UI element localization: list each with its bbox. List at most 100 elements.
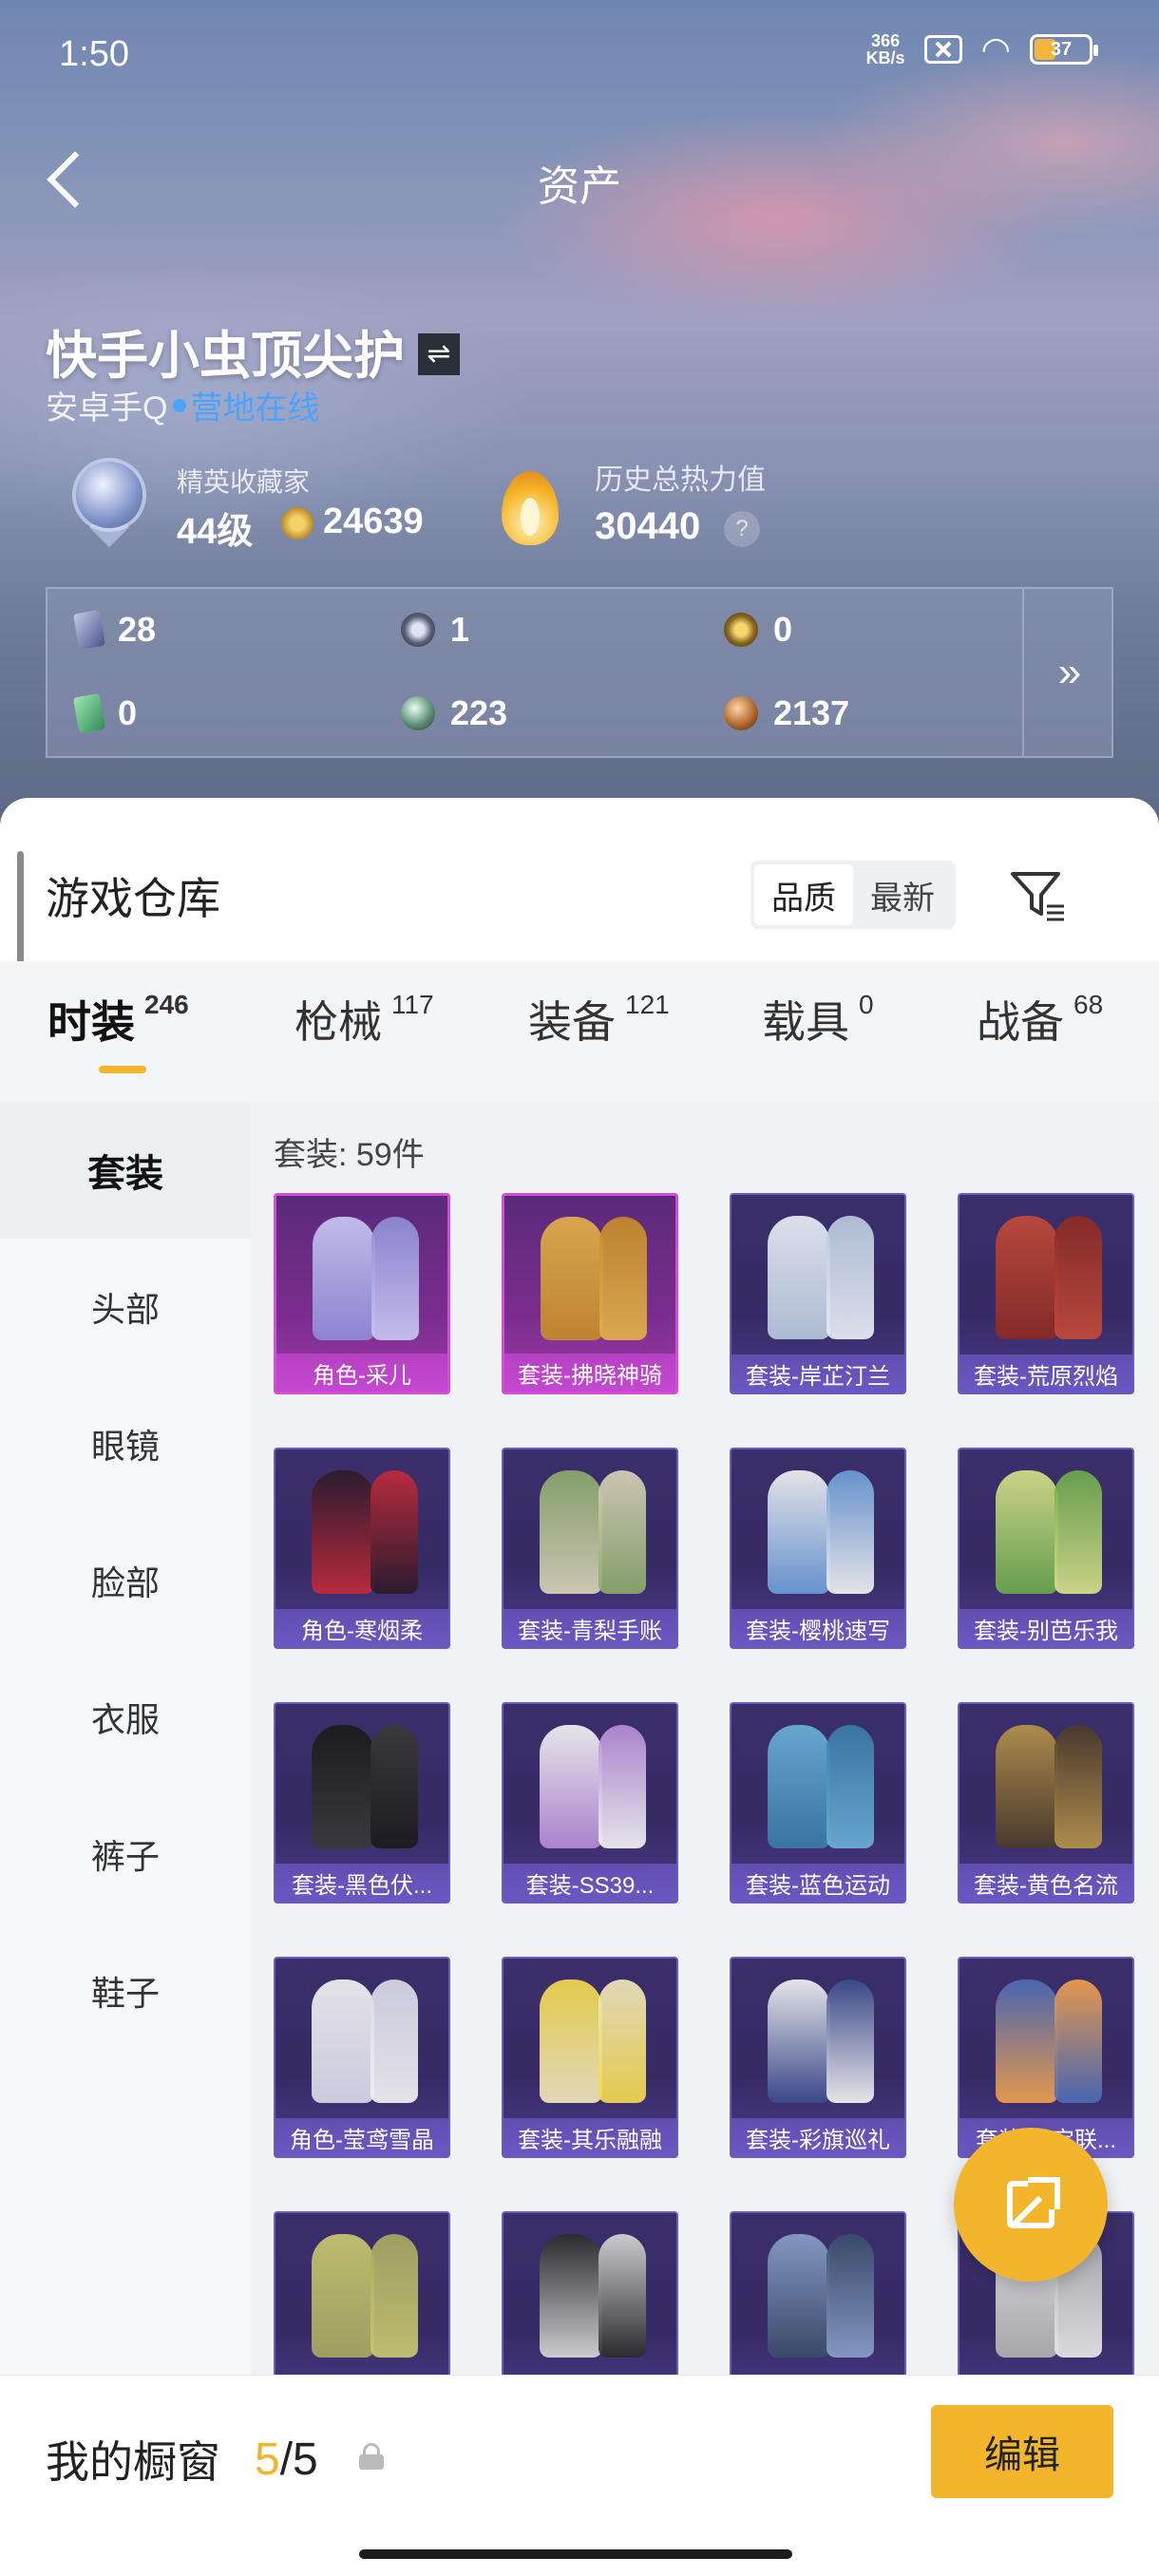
tab-firearms[interactable]: 枪械 117 — [294, 988, 434, 1051]
status-icons: 366 KB/s ◠ 37 — [865, 29, 1098, 68]
sidebar-item-face[interactable]: 脸部 — [0, 1512, 251, 1649]
platform-row: 安卓手Q 营地在线 — [46, 382, 319, 428]
sidebar-item-outfit[interactable]: 套装 — [0, 1102, 251, 1239]
outfit-card-label: 套装-SS39... — [504, 1864, 676, 1902]
showcase-count: 5/5 — [255, 2434, 318, 2485]
outfit-card[interactable]: 角色-莹鸢雪晶 — [274, 1957, 450, 2158]
active-tab-indicator — [99, 1066, 146, 1073]
sidebar-item-pants[interactable]: 裤子 — [0, 1786, 251, 1923]
outfit-card[interactable] — [502, 2211, 678, 2375]
profile-name-row: 快手小虫顶尖护 ⇌ — [46, 313, 460, 388]
divider — [1022, 589, 1024, 756]
currency-item: 0 — [72, 692, 137, 734]
outfit-thumbnail — [370, 1470, 418, 1594]
outfit-thumbnail — [768, 1216, 830, 1339]
tab-vehicles[interactable]: 载具 0 — [762, 988, 874, 1051]
outfit-card-label: 套装-别芭乐我 — [960, 1609, 1132, 1647]
outfit-card[interactable] — [730, 2211, 906, 2375]
outfit-thumbnail — [541, 1217, 603, 1340]
page-title: 资产 — [538, 163, 621, 210]
username: 快手小虫顶尖护 — [46, 328, 405, 385]
sort-toggle: 品质 最新 — [750, 861, 956, 929]
outfit-card[interactable]: 套装-青梨手账 — [502, 1448, 678, 1649]
purple-card-icon — [72, 609, 106, 651]
switch-account-icon[interactable]: ⇌ — [418, 332, 460, 375]
outfit-card[interactable]: 套装-荒原烈焰 — [958, 1193, 1134, 1394]
outfit-card[interactable]: 套装-岸芷汀兰 — [730, 1193, 906, 1394]
tab-combat-gear[interactable]: 战备 68 — [977, 988, 1103, 1051]
grid-heading: 套装: 59件 — [274, 1137, 425, 1173]
collection-points: 24639 — [323, 502, 424, 541]
outfit-card[interactable]: 套装-蓝色运动 — [730, 1702, 906, 1904]
outfit-thumbnail — [371, 1217, 419, 1340]
heat-title: 历史总热力值 — [595, 464, 766, 496]
share-button[interactable] — [954, 2128, 1108, 2282]
outfit-thumbnail — [312, 1725, 374, 1848]
outfit-card[interactable]: 套装-别芭乐我 — [958, 1448, 1134, 1649]
outfit-card[interactable]: 套装-黄色名流 — [958, 1702, 1134, 1904]
tab-equipment[interactable]: 装备 121 — [528, 988, 670, 1051]
outfit-thumbnail — [996, 1979, 1058, 2103]
outfit-thumbnail — [540, 1725, 602, 1848]
outfit-thumbnail — [598, 1979, 646, 2103]
outfit-thumbnail — [598, 1470, 646, 1594]
outfit-thumbnail — [996, 1725, 1058, 1848]
outfit-thumbnail — [598, 2234, 646, 2358]
outfit-thumbnail — [768, 1979, 830, 2103]
gold-coin-icon — [724, 613, 758, 647]
wifi-icon: ◠ — [980, 29, 1011, 68]
outfit-thumbnail — [826, 1470, 874, 1594]
green-card-icon — [72, 692, 106, 734]
outfit-thumbnail — [312, 2234, 374, 2358]
lock-icon — [359, 2443, 384, 2470]
outfit-thumbnail — [540, 1470, 602, 1594]
outfit-card-label: 套装-黑色伏... — [276, 1864, 448, 1902]
outfit-card[interactable]: 套装-彩旗巡礼 — [730, 1957, 906, 2158]
outfit-card-label: 套装-拂晓神骑 — [504, 1354, 675, 1392]
outfit-thumbnail — [768, 2234, 830, 2358]
outfit-card[interactable]: 套装-拂晓神骑 — [502, 1193, 678, 1394]
currency-item: 223 — [401, 693, 507, 733]
outfit-thumbnail — [599, 1217, 647, 1340]
outfit-card[interactable]: 套装-樱桃速写 — [730, 1448, 906, 1649]
status-time: 1:50 — [59, 34, 129, 74]
outfit-thumbnail — [313, 1217, 375, 1340]
outfit-card-label: 套装-蓝色运动 — [732, 1864, 904, 1902]
sidebar-item-glasses[interactable]: 眼镜 — [0, 1375, 251, 1512]
home-indicator — [359, 2549, 792, 2559]
silver-coin-icon — [401, 613, 435, 647]
currency-item: 28 — [72, 609, 156, 651]
sort-by-newest[interactable]: 最新 — [853, 864, 952, 925]
outfit-thumbnail — [826, 1725, 874, 1848]
outfit-card-label: 套装-彩旗巡礼 — [732, 2118, 904, 2156]
outfit-thumbnail — [996, 1216, 1058, 1339]
network-speed: 366 KB/s — [865, 31, 905, 67]
sidebar-item-head[interactable]: 头部 — [0, 1239, 251, 1375]
sidebar-item-clothes[interactable]: 衣服 — [0, 1649, 251, 1786]
tab-fashion[interactable]: 时装 246 — [48, 988, 189, 1051]
outfit-thumbnail — [598, 1725, 646, 1848]
rank-badge-icon — [66, 456, 152, 548]
filter-icon[interactable] — [1007, 864, 1070, 927]
currency-panel[interactable]: 28 1 0 0 223 2137 » — [46, 587, 1113, 758]
help-icon[interactable]: ? — [724, 511, 760, 547]
showcase-title: 我的橱窗 5/5 — [46, 2434, 318, 2488]
outfit-card[interactable]: 套装-其乐融融 — [502, 1957, 678, 2158]
heat-value: 30440 — [595, 505, 701, 547]
outfit-card-label: 角色-寒烟柔 — [276, 1609, 448, 1647]
outfit-card[interactable] — [274, 2211, 450, 2375]
sidebar-item-shoes[interactable]: 鞋子 — [0, 1923, 251, 2059]
outfit-card[interactable]: 套装-云宝联... — [958, 1957, 1134, 2158]
edit-button[interactable]: 编辑 — [931, 2405, 1113, 2498]
outfit-card[interactable]: 套装-SS39... — [502, 1702, 678, 1904]
outfit-card-label: 角色-采儿 — [276, 1354, 447, 1392]
warehouse-title: 游戏仓库 — [46, 874, 220, 923]
outfit-card[interactable]: 套装-黑色伏... — [274, 1702, 450, 1904]
outfit-thumbnail — [370, 1979, 418, 2103]
outfit-thumbnail — [1054, 1216, 1102, 1339]
outfit-card[interactable]: 角色-采儿 — [274, 1193, 450, 1394]
more-currencies-button[interactable]: » — [1026, 589, 1113, 756]
sort-by-quality[interactable]: 品质 — [754, 864, 853, 925]
outfit-card[interactable]: 角色-寒烟柔 — [274, 1448, 450, 1649]
outfit-card-label: 套装-岸芷汀兰 — [732, 1354, 904, 1392]
